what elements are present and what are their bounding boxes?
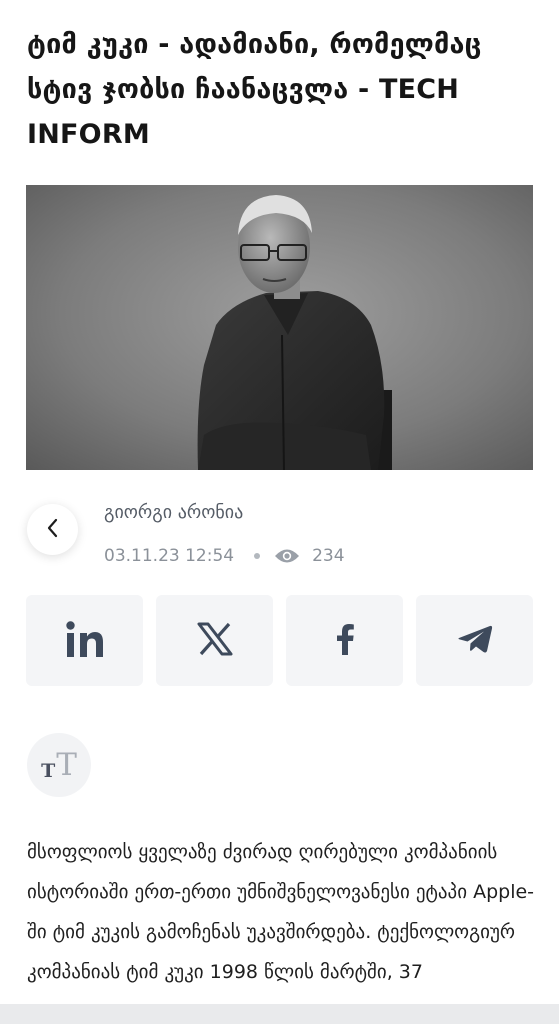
author-name[interactable]: გიორგი არონია (104, 502, 243, 523)
article-meta: 03.11.23 12:54 234 (104, 544, 345, 568)
article-hero-image (26, 185, 533, 470)
text-size-icon-large: T (56, 747, 77, 783)
text-size-icon-small: T (41, 760, 56, 782)
share-telegram-button[interactable] (416, 595, 533, 686)
share-linkedin-button[interactable] (26, 595, 143, 686)
view-count: 234 (312, 546, 345, 566)
share-facebook-button[interactable] (286, 595, 403, 686)
share-x-button[interactable] (156, 595, 273, 686)
article-title: ტიმ კუკი - ადამიანი, რომელმაც სტივ ჯობსი… (27, 29, 482, 150)
linkedin-icon (65, 619, 105, 663)
x-icon (197, 622, 233, 660)
facebook-icon (335, 623, 355, 659)
publish-date: 03.11.23 12:54 (104, 546, 235, 566)
back-button[interactable] (27, 504, 78, 555)
bottom-overlay (0, 1004, 559, 1024)
article-body: მსოფლიოს ყველაზე ძვირად ღირებული კომპანი… (27, 841, 535, 983)
chevron-left-icon (46, 517, 60, 543)
meta-separator (254, 553, 261, 559)
text-size-button[interactable]: T T (27, 733, 91, 797)
article-page: ტიმ კუკი - ადამიანი, რომელმაც სტივ ჯობსი… (0, 0, 559, 1024)
telegram-icon (457, 624, 493, 658)
eye-icon (274, 547, 300, 565)
